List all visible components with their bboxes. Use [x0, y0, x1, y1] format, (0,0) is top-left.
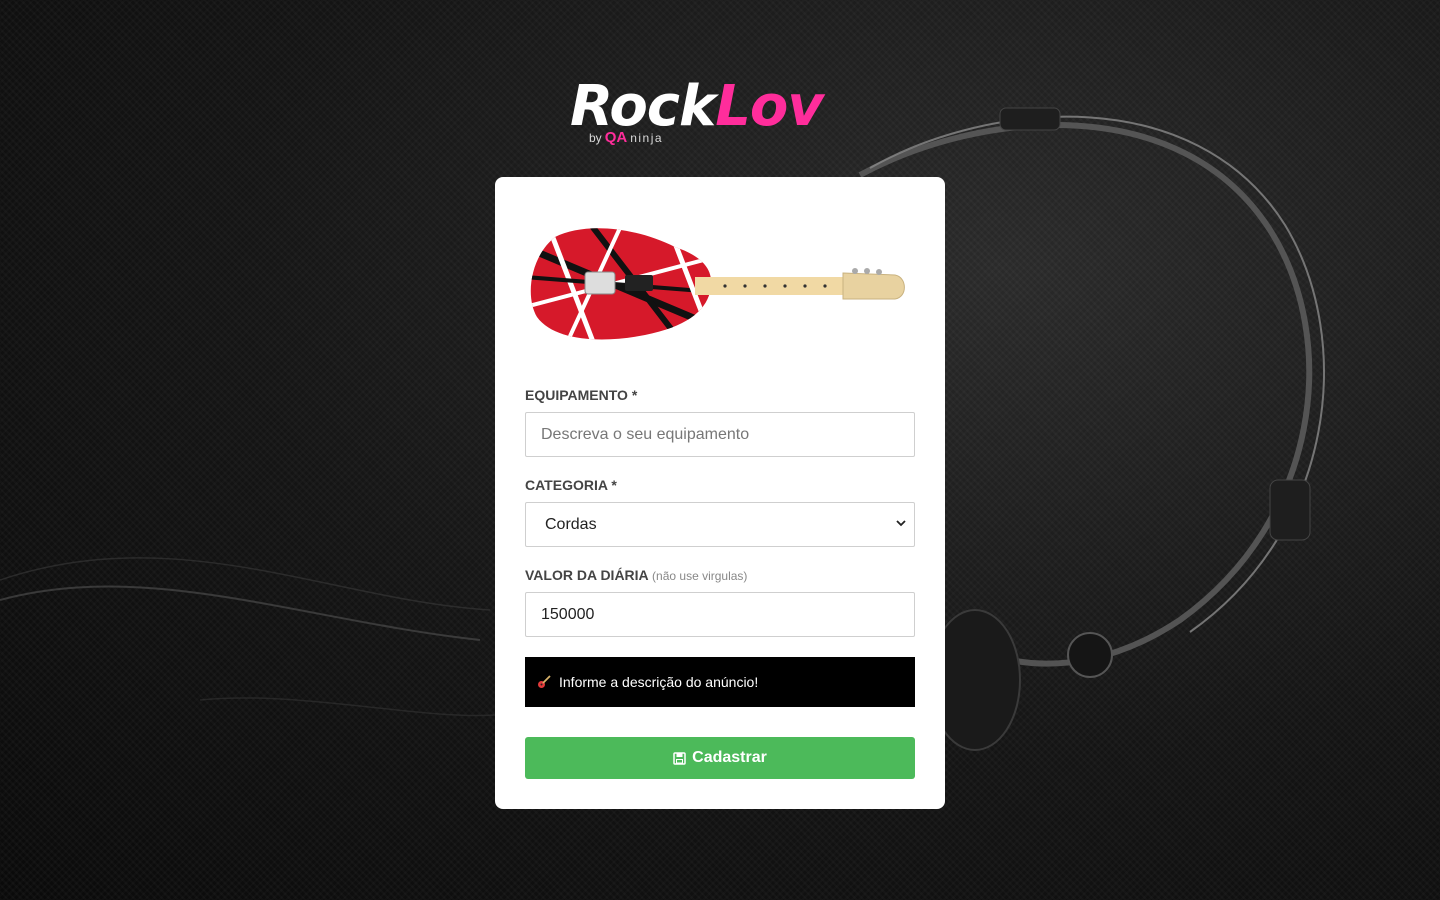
electric-guitar-image [530, 228, 905, 340]
equipment-input[interactable] [525, 412, 915, 457]
equipment-thumbnail[interactable] [525, 217, 915, 357]
price-hint: (não use virgulas) [652, 569, 748, 583]
save-icon [673, 751, 686, 765]
logo-lov-text: Lov [715, 74, 824, 139]
equipment-label: EQUIPAMENTO * [525, 387, 638, 403]
guitar-icon [538, 675, 551, 688]
chevron-down-icon [896, 520, 906, 527]
price-label: VALOR DA DIÁRIA (não use virgulas) [525, 567, 747, 583]
cadastrar-button-label: Cadastrar [692, 749, 767, 766]
category-select[interactable]: Cordas [525, 502, 915, 547]
category-selected-value: Cordas [545, 515, 597, 533]
alert-message: Informe a descrição do anúncio! [559, 674, 759, 690]
new-listing-card: EQUIPAMENTO * CATEGORIA * Cordas VALOR D… [495, 177, 945, 809]
logo-byline: by QA ninja [589, 129, 663, 146]
validation-alert: Informe a descrição do anúncio! [525, 657, 915, 707]
cadastrar-button[interactable]: Cadastrar [525, 737, 915, 779]
logo-by-text: by [589, 130, 602, 145]
category-label: CATEGORIA * [525, 477, 617, 493]
logo-ninja-text: ninja [630, 130, 664, 145]
logo-wordmark: RockLov [570, 78, 870, 136]
price-label-text: VALOR DA DIÁRIA [525, 567, 649, 583]
price-input[interactable] [525, 592, 915, 637]
logo-qa-text: QA [604, 129, 628, 146]
rocklov-logo: RockLov by QA ninja [570, 78, 870, 148]
